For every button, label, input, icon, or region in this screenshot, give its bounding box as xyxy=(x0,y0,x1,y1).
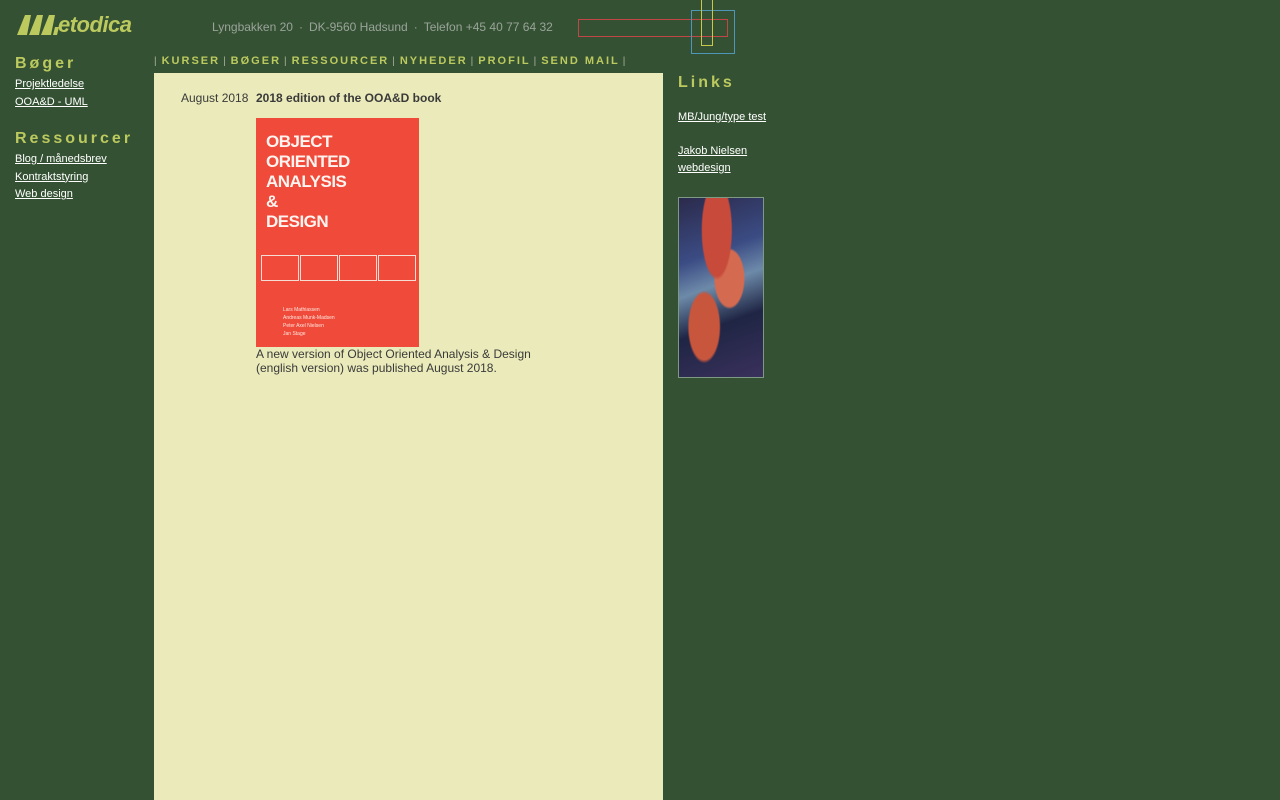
nav-ressourcer[interactable]: RESSOURCER xyxy=(292,55,390,67)
news-body: A new version of Object Oriented Analysi… xyxy=(256,347,531,375)
decorative-yellow-frame xyxy=(701,0,713,46)
book-author: Andreas Munk-Madsen xyxy=(283,315,335,321)
link-jakob-nielsen-webdesign[interactable]: webdesign xyxy=(678,160,818,177)
book-title-line: DESIGN xyxy=(266,212,329,231)
right-sidebar: Links MB/Jung/type test Jakob Nielsen we… xyxy=(678,74,818,177)
logo-m-icon xyxy=(17,15,59,35)
nav-profil[interactable]: PROFIL xyxy=(478,55,530,67)
nav-divider: | xyxy=(154,56,157,67)
section-title-resources: Ressourcer xyxy=(15,130,134,147)
left-sidebar: Bøger Projektledelse OOA&D - UML Ressour… xyxy=(15,55,153,204)
book-author: Lars Mathiassen xyxy=(283,307,320,313)
city: DK-9560 Hadsund xyxy=(308,20,408,34)
book-cover-image[interactable]: OBJECT ORIENTED ANALYSIS & DESIGN Lars M… xyxy=(256,118,419,347)
link-kontraktstyring[interactable]: Kontraktstyring xyxy=(15,169,153,187)
book-cover-authors: Lars Mathiassen Andreas Munk-Madsen Pete… xyxy=(283,306,335,338)
link-ooad-uml[interactable]: OOA&D - UML xyxy=(15,94,153,112)
nav-divider: | xyxy=(284,56,287,67)
book-title-line: & xyxy=(266,192,278,211)
link-blog[interactable]: Blog / månedsbrev xyxy=(15,151,153,169)
book-title-line: OBJECT xyxy=(266,132,332,151)
nav-divider: | xyxy=(392,56,395,67)
book-cover-title: OBJECT ORIENTED ANALYSIS & DESIGN xyxy=(266,132,350,232)
separator: · xyxy=(298,20,303,34)
diagram-box xyxy=(339,255,377,281)
phone: Telefon +45 40 77 64 32 xyxy=(423,20,553,34)
book-author: Peter Axel Nielsen xyxy=(283,323,324,329)
nav-send-mail[interactable]: SEND MAIL xyxy=(541,55,620,67)
nav-divider: | xyxy=(223,56,226,67)
diagram-box xyxy=(261,255,299,281)
street-address: Lyngbakken 20 xyxy=(212,20,293,34)
nav-nyheder[interactable]: NYHEDER xyxy=(400,55,468,67)
link-projektledelse[interactable]: Projektledelse xyxy=(15,76,153,94)
nav-boger[interactable]: BØGER xyxy=(231,55,281,67)
link-mb-jung-test[interactable]: MB/Jung/type test xyxy=(678,109,818,126)
book-title-line: ORIENTED xyxy=(266,152,350,171)
book-author: Jan Stage xyxy=(283,331,306,337)
book-cover-diagram xyxy=(261,255,416,281)
book-title-line: ANALYSIS xyxy=(266,172,347,191)
link-jakob-nielsen[interactable]: Jakob Nielsen xyxy=(678,143,818,160)
link-web-design[interactable]: Web design xyxy=(15,186,153,204)
nav-divider: | xyxy=(470,56,474,67)
decorative-blue-frame xyxy=(691,10,735,54)
section-title-links: Links xyxy=(678,74,735,91)
metodica-logo[interactable]: etodica xyxy=(17,14,132,36)
main-content: August 2018 2018 edition of the OOA&D bo… xyxy=(154,73,663,800)
news-date: August 2018 xyxy=(181,91,249,105)
diagram-box xyxy=(300,255,338,281)
nav-kurser[interactable]: KURSER xyxy=(162,55,220,67)
contact-info: Lyngbakken 20 · DK-9560 Hadsund · Telefon +4… xyxy=(212,20,553,34)
section-title-books: Bøger xyxy=(15,55,77,72)
nav-divider: | xyxy=(622,56,626,67)
news-title: 2018 edition of the OOA&D book xyxy=(256,91,442,105)
nav-divider: | xyxy=(533,56,537,67)
diagram-box xyxy=(378,255,416,281)
top-navigation: | KURSER | BØGER | RESSOURCER | NYHEDER | PROFIL |… xyxy=(154,55,630,69)
abstract-art-image[interactable] xyxy=(678,197,764,378)
separator: · xyxy=(413,20,418,34)
logo-text: etodica xyxy=(58,12,132,37)
